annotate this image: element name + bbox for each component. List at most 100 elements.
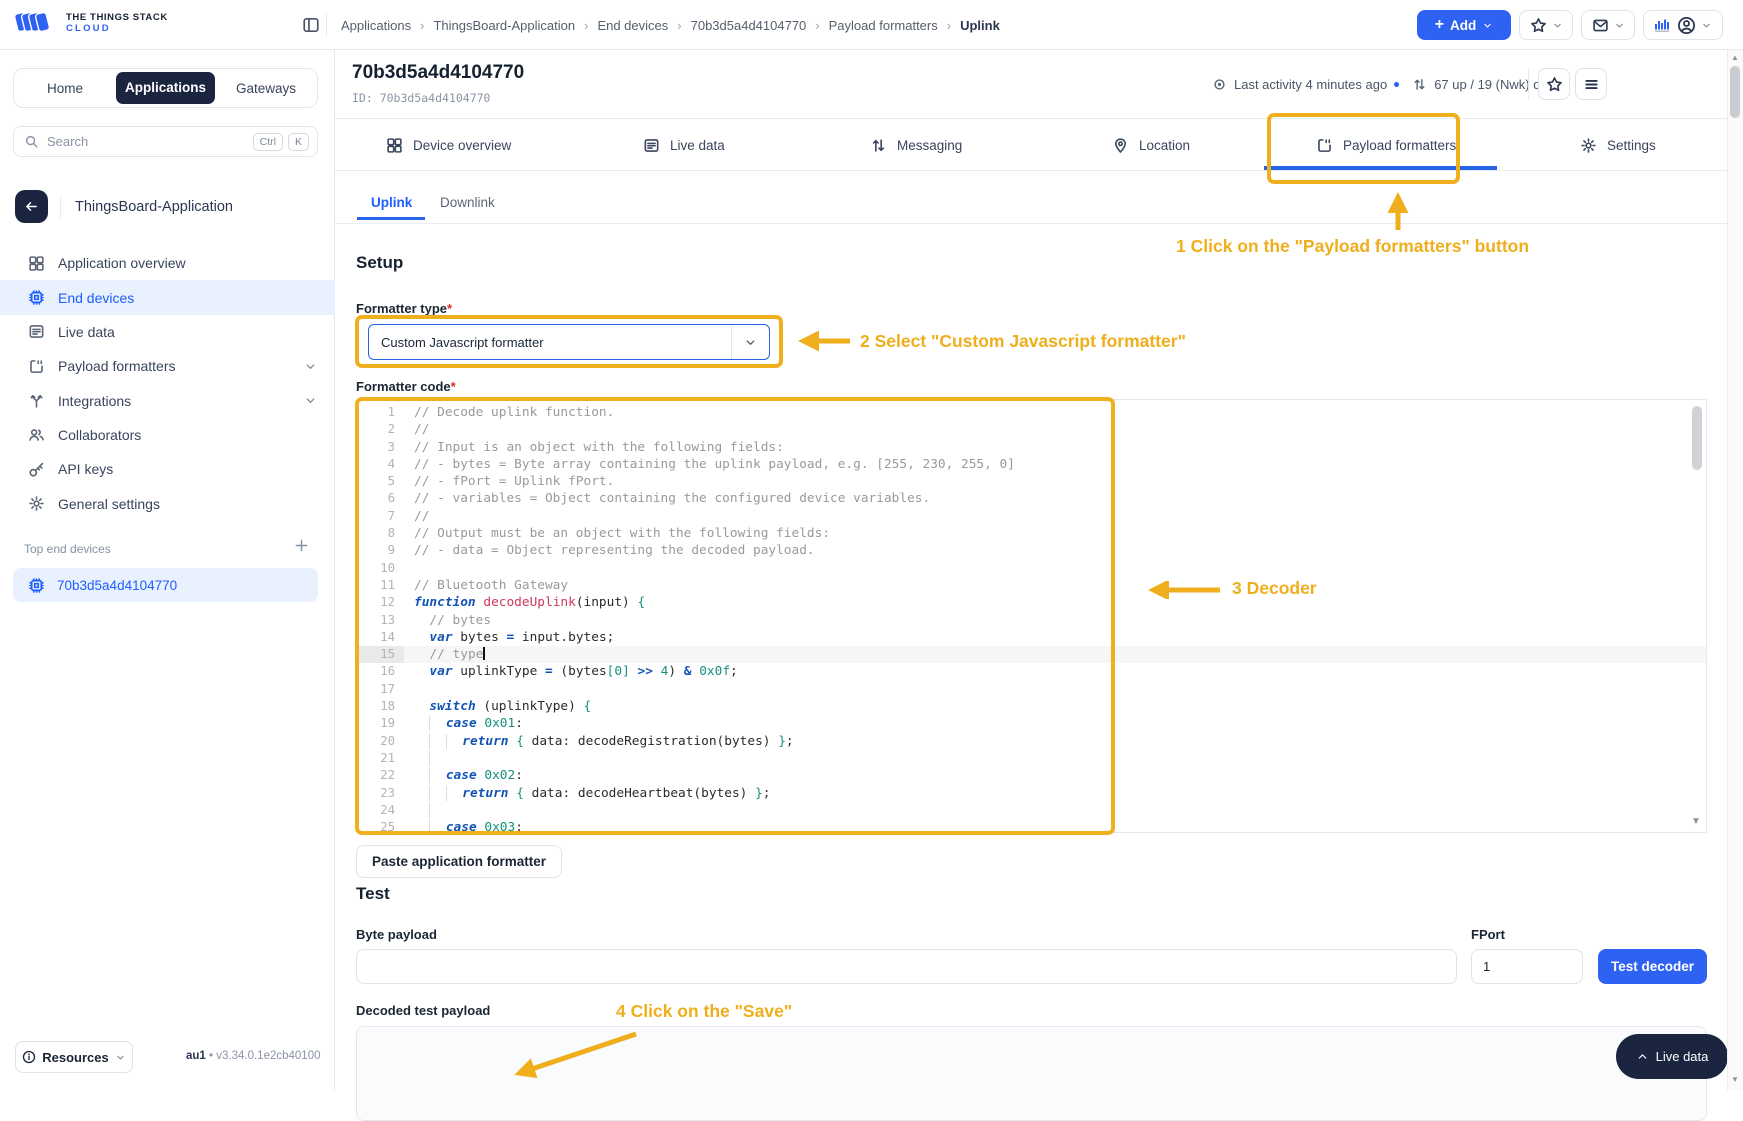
code-text: case 0x03:: [404, 819, 523, 832]
sidebar-item-end-devices[interactable]: End devices: [0, 280, 335, 315]
brand-line2: CLOUD: [66, 23, 111, 34]
annotation-3-text: 3 Decoder: [1232, 578, 1317, 598]
breadcrumb-separator: ›: [420, 17, 425, 33]
code-text: // bytes: [404, 612, 491, 629]
sidebar-menu: Application overview End devices Live data…: [0, 246, 335, 521]
code-text: // type: [404, 646, 485, 663]
updown-arrows-icon: [1412, 77, 1427, 92]
breadcrumb-item-uplink[interactable]: Uplink: [960, 18, 1000, 33]
sidebar-tab-applications[interactable]: Applications: [116, 72, 215, 104]
tab-messaging[interactable]: Messaging: [870, 122, 962, 168]
paste-button-label: Paste application formatter: [371, 854, 547, 869]
grid-icon: [386, 137, 403, 154]
tab-payload-formatters[interactable]: Payload formatters: [1316, 122, 1456, 168]
add-top-device-icon[interactable]: [294, 538, 309, 553]
tab-label: Live data: [670, 137, 725, 153]
line-number: 5: [387, 474, 395, 489]
paste-application-formatter-button[interactable]: Paste application formatter: [356, 845, 562, 878]
code-token: [429, 733, 446, 749]
formatter-type-select[interactable]: Custom Javascript formatter: [368, 324, 770, 360]
code-token: case: [445, 716, 477, 732]
code-token: (bytes: [552, 664, 607, 680]
code-line-8: 8 // Output must be an object with the fo…: [358, 525, 1706, 542]
sidebar-item-api-keys[interactable]: API keys: [0, 452, 335, 486]
tab-live-data[interactable]: Live data: [643, 122, 725, 168]
sidebar-tab-home[interactable]: Home: [14, 81, 116, 96]
select-chevron[interactable]: [731, 325, 769, 359]
line-number: 14: [380, 629, 395, 644]
fport-input[interactable]: [1471, 949, 1583, 984]
search-placeholder: Search: [47, 134, 89, 149]
live-data-floating-button[interactable]: Live data: [1616, 1034, 1728, 1079]
byte-payload-input[interactable]: [356, 949, 1457, 984]
line-number: 1: [387, 405, 395, 419]
tabs-bottom-divider: [335, 170, 1727, 171]
sidebar-item-top-device[interactable]: 70b3d5a4d4104770: [13, 568, 318, 602]
code-token: return: [462, 733, 509, 749]
sidebar-item-general-settings[interactable]: General settings: [0, 486, 335, 520]
annotation-1-text: 1 Click on the "Payload formatters" butt…: [1176, 236, 1530, 256]
top-end-devices-label: Top end devices: [24, 542, 111, 556]
tab-downlink[interactable]: Downlink: [440, 188, 495, 216]
editor-scroll-down-icon[interactable]: ▼: [1691, 816, 1701, 827]
code-token: [429, 785, 446, 801]
account-menu-button[interactable]: [1643, 10, 1723, 40]
resources-button[interactable]: Resources: [15, 1041, 133, 1073]
chevron-down-icon: [115, 1052, 126, 1063]
sidebar-item-collaborators[interactable]: Collaborators: [0, 418, 335, 452]
sidebar-item-application-overview[interactable]: Application overview: [0, 246, 335, 280]
search-input[interactable]: Search Ctrl K: [13, 126, 318, 157]
keycap-k: K: [287, 132, 309, 151]
breadcrumb-item-end-devices[interactable]: End devices: [597, 18, 668, 33]
code-token: >>: [637, 664, 653, 680]
code-token: }: [778, 733, 786, 749]
line-number: 8: [387, 526, 395, 541]
scroll-down-icon[interactable]: ▼: [1727, 1075, 1743, 1084]
tab-uplink[interactable]: Uplink: [371, 188, 412, 216]
sidebar-item-label: Live data: [58, 323, 115, 340]
code-line-6: 6 // - variables = Object containing the …: [358, 490, 1706, 507]
setup-heading: Setup: [356, 253, 404, 272]
code-line-10: 10: [358, 560, 1706, 577]
device-menu-button[interactable]: [1575, 68, 1607, 100]
breadcrumb-separator: ›: [815, 17, 820, 33]
tab-settings[interactable]: Settings: [1580, 122, 1656, 168]
code-text: return { data: decodeRegistration(bytes)…: [404, 733, 794, 750]
sidebar-item-payload-formatters[interactable]: Payload formatters: [0, 349, 335, 383]
code-text: switch (uplinkType) {: [404, 698, 591, 715]
main-scrollbar-thumb[interactable]: [1730, 66, 1740, 118]
keycap-ctrl: Ctrl: [252, 132, 283, 151]
favorites-button[interactable]: [1519, 10, 1573, 40]
sidebar-item-integrations[interactable]: Integrations: [0, 383, 335, 417]
breadcrumb-item-70b3d5a4d4104770[interactable]: 70b3d5a4d4104770: [691, 18, 807, 33]
back-button[interactable]: [15, 190, 48, 223]
test-decoder-button[interactable]: Test decoder: [1598, 949, 1707, 984]
sidebar-collapse-icon[interactable]: [302, 16, 320, 34]
add-button[interactable]: + Add: [1417, 10, 1511, 40]
line-number: 15: [358, 646, 404, 664]
code-token: [429, 820, 446, 832]
tab-device-overview[interactable]: Device overview: [386, 122, 511, 168]
sidebar-item-live-data[interactable]: Live data: [0, 315, 335, 349]
tab-location[interactable]: Location: [1112, 122, 1190, 168]
editor-scrollbar-thumb[interactable]: [1692, 406, 1702, 470]
resources-label: Resources: [42, 1049, 109, 1065]
code-token: ;: [762, 785, 771, 801]
breadcrumb-item-applications[interactable]: Applications: [341, 18, 411, 33]
bookmark-device-button[interactable]: [1538, 68, 1570, 100]
formatter-type-text: Formatter type: [356, 301, 448, 316]
subtabs-divider: [335, 223, 1727, 224]
notifications-button[interactable]: [1581, 10, 1635, 40]
line-number: 17: [380, 681, 395, 696]
back-divider: [60, 196, 61, 218]
breadcrumb-item-payload-formatters[interactable]: Payload formatters: [829, 18, 938, 33]
formatter-code-editor[interactable]: 1 // Decode uplink function. 2 // 3 // Input …: [357, 399, 1707, 833]
code-text: //: [404, 508, 429, 525]
main-scrollbar[interactable]: [1727, 50, 1743, 1090]
scroll-up-icon[interactable]: ▲: [1727, 53, 1743, 62]
sidebar-tab-gateways[interactable]: Gateways: [215, 81, 317, 96]
breadcrumb-item-thingsboard-application[interactable]: ThingsBoard-Application: [433, 18, 575, 33]
